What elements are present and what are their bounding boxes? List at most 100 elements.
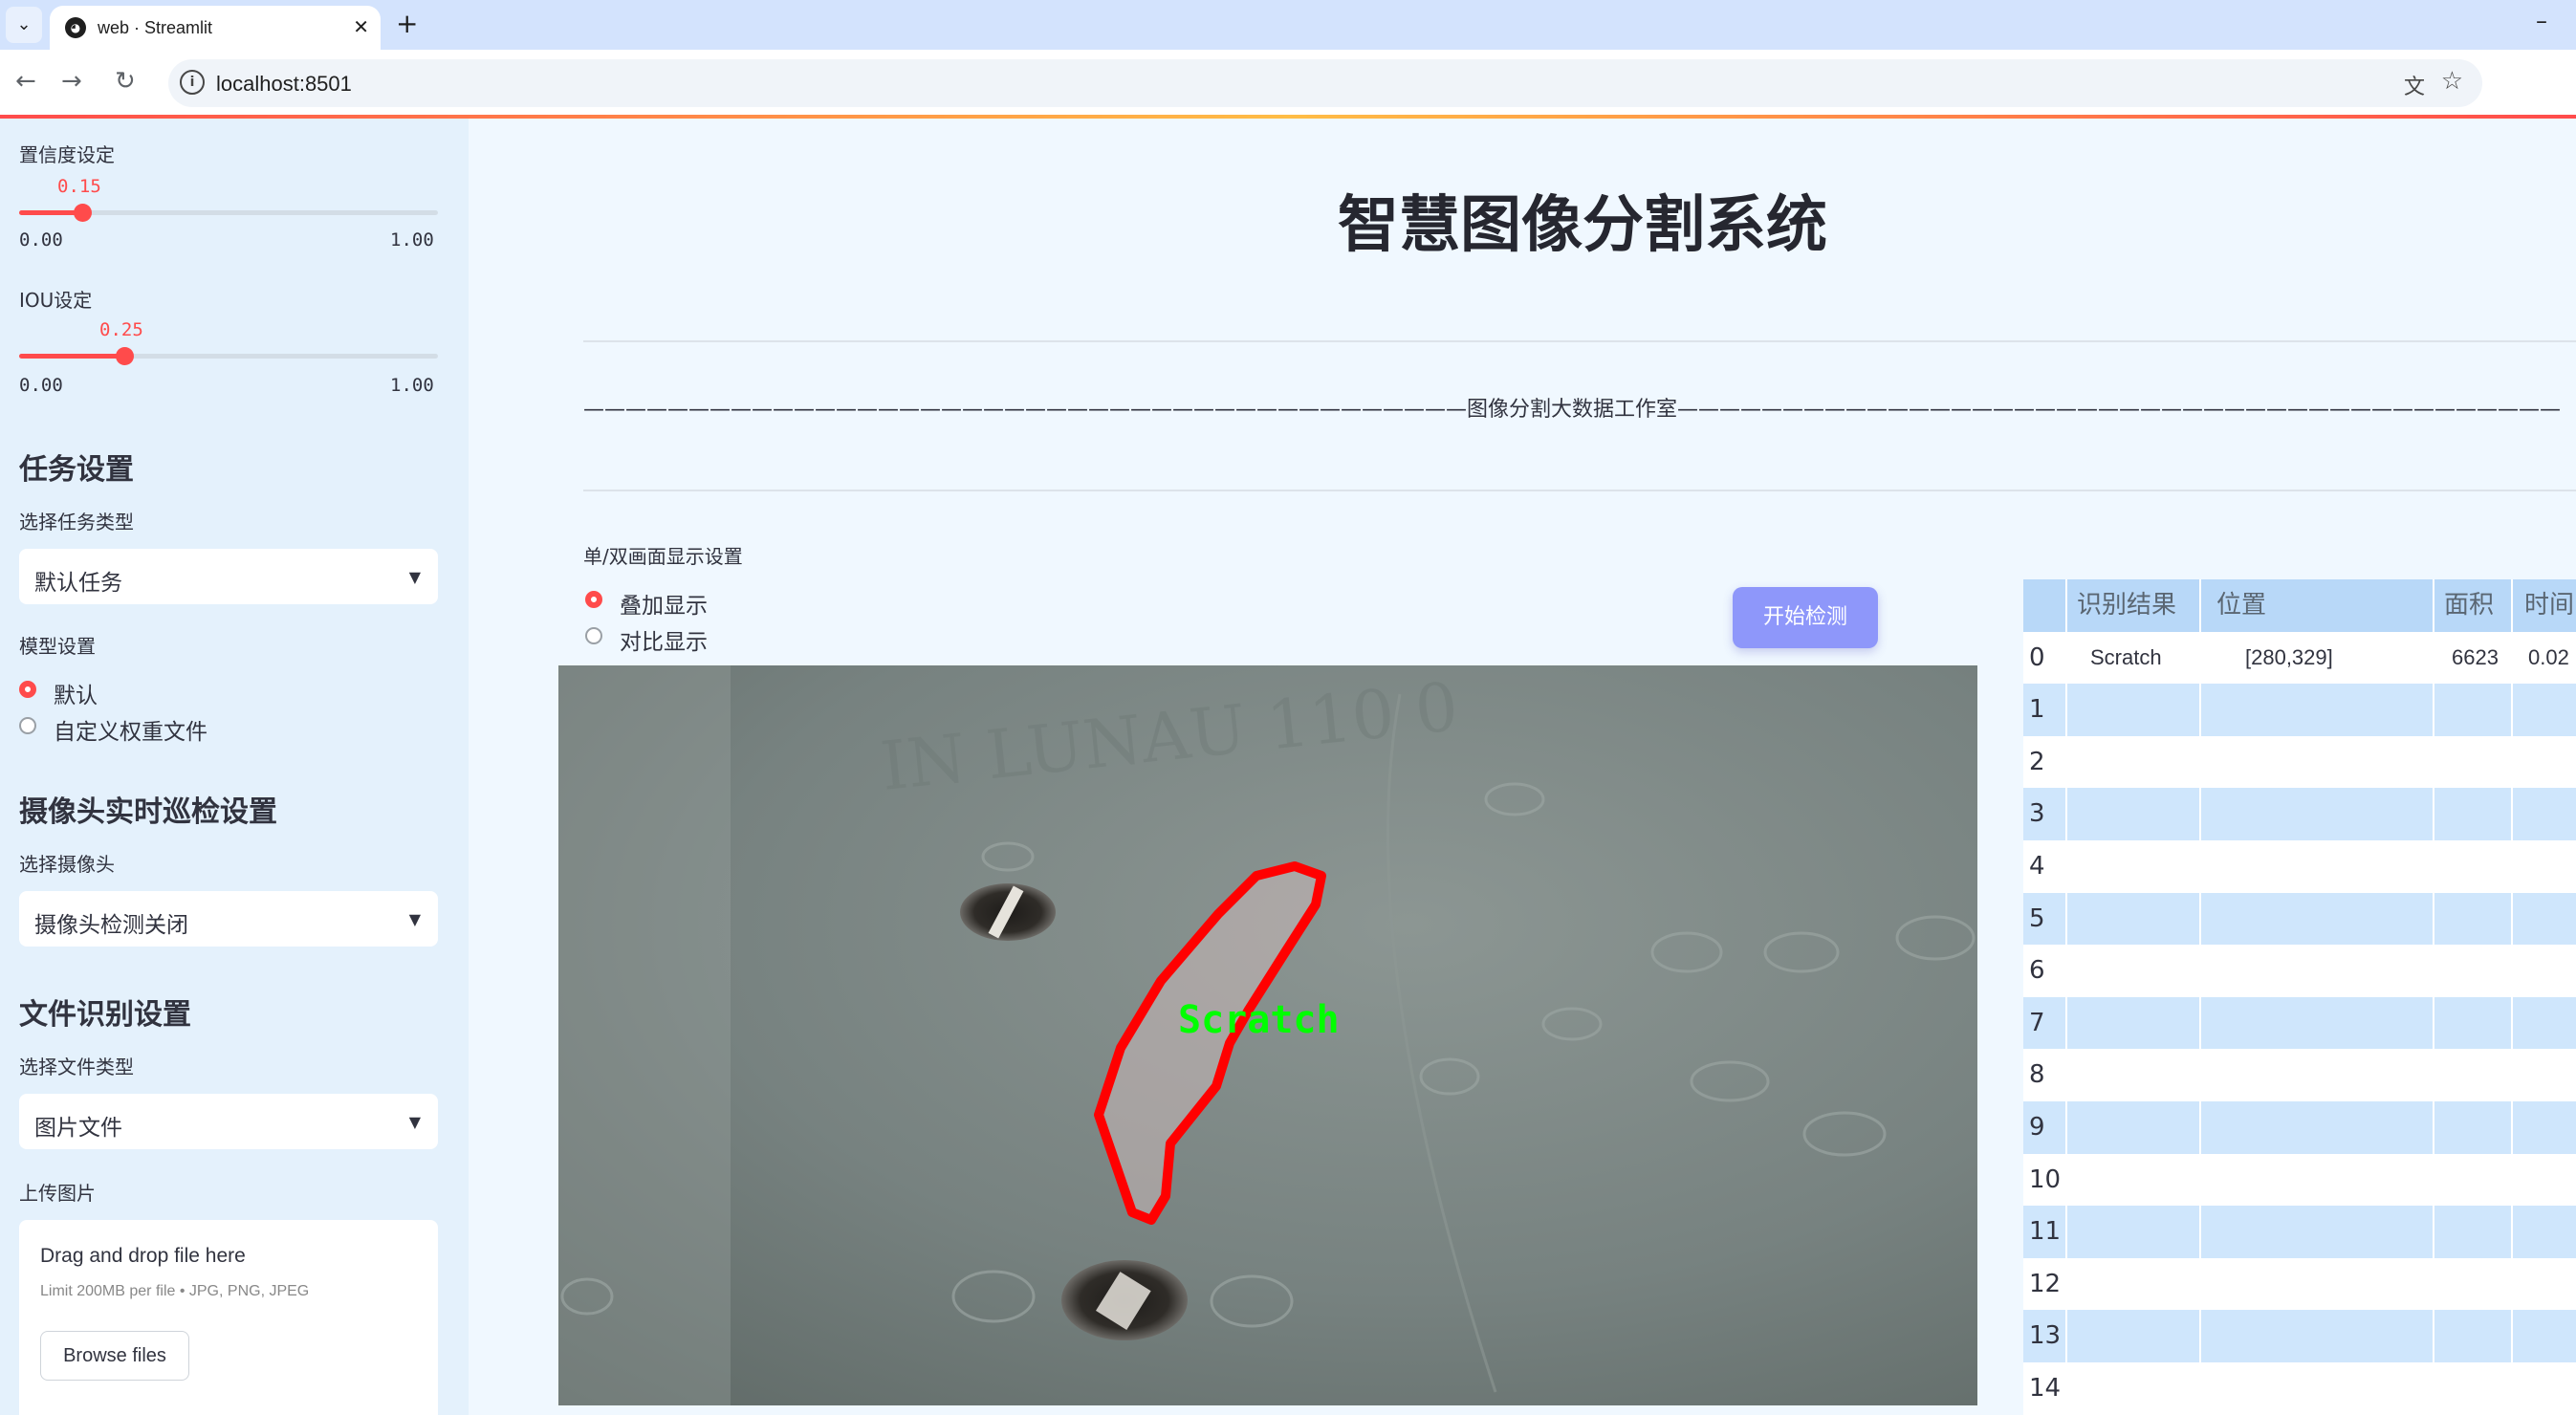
studio-banner: ————————————————————————————————————————… [583,398,2562,422]
upload-label: 上传图片 [19,1182,96,1205]
model-settings-label: 模型设置 [19,635,96,658]
divider [583,490,2576,491]
task-type-select[interactable]: 默认任务 ▼ [19,549,438,604]
table-row[interactable]: 6 [2023,945,2576,997]
iou-value: 0.25 [99,319,143,340]
iou-min: 0.00 [19,375,63,396]
column-divider [2065,579,2067,1415]
back-icon[interactable]: ← [15,67,36,96]
info-icon[interactable]: i [180,70,205,95]
dropzone-text: Drag and drop file here [40,1245,246,1267]
model-option-label: 自定义权重文件 [54,720,207,745]
task-type-label: 选择任务类型 [19,511,134,533]
column-header[interactable]: 时间 [2524,579,2574,632]
row-index: 12 [2029,1269,2062,1298]
radio-button-icon[interactable] [19,717,36,734]
minimize-icon[interactable]: – [2536,8,2547,34]
table-row[interactable]: 9 [2023,1101,2576,1154]
browser-toolbar: ← → ↻ i localhost:8501 文 ☆ [0,50,2576,117]
table-cell-result: Scratch [2090,644,2162,669]
table-row[interactable]: 2 [2023,735,2576,789]
radio-button-icon[interactable] [19,681,36,698]
table-header-row: 识别结果 位置 面积 时间 [2023,579,2576,632]
table-cell-area: 6623 [2452,644,2499,669]
camera-settings-heading: 摄像头实时巡检设置 [19,795,277,829]
browser-tab-bar: ⌄ ◕ web · Streamlit ✕ + – [0,0,2576,50]
new-tab-icon[interactable]: + [396,8,418,39]
row-index: 4 [2029,852,2045,881]
table-row[interactable]: 13 [2023,1310,2576,1362]
iou-label: IOU设定 [19,289,93,312]
confidence-slider-thumb[interactable] [73,204,92,222]
row-index: 9 [2029,1113,2045,1142]
file-type-label: 选择文件类型 [19,1056,134,1078]
table-row[interactable]: 12 [2023,1257,2576,1311]
browser-tab[interactable]: ◕ web · Streamlit ✕ [50,6,381,50]
file-dropzone[interactable]: Drag and drop file here Limit 200MB per … [19,1220,438,1415]
dropzone-limit-text: Limit 200MB per file • JPG, PNG, JPEG [40,1283,310,1299]
detection-result-image: IN LUNAU 110 0 Scratch [558,665,1977,1405]
column-header[interactable]: 位置 [2216,579,2266,632]
start-detection-button[interactable]: 开始检测 [1733,587,1878,648]
table-row[interactable]: 8 [2023,1049,2576,1101]
column-divider [2433,579,2434,1415]
address-bar[interactable]: i localhost:8501 文 ☆ [168,59,2482,107]
column-divider [2511,579,2513,1415]
file-type-value: 图片文件 [34,1116,122,1141]
confidence-slider[interactable] [19,204,438,222]
table-row[interactable]: 4 [2023,840,2576,893]
camera-select[interactable]: 摄像头检测关闭 ▼ [19,891,438,947]
scratch-label-text: Scratch [1178,998,1340,1042]
close-icon[interactable]: ✕ [353,15,369,38]
radio-button-icon[interactable] [585,627,602,644]
translate-icon[interactable]: 文 [2404,70,2425,100]
caret-down-icon: ▼ [408,910,421,928]
row-index: 5 [2029,903,2045,933]
sidebar: 置信度设定 0.15 0.00 1.00 IOU设定 0.25 0.00 1.0… [0,119,469,1415]
row-index: 7 [2029,1008,2045,1037]
divider [583,340,2576,342]
table-row[interactable]: 14 [2023,1362,2576,1415]
row-index: 2 [2029,747,2045,776]
row-index: 14 [2029,1374,2062,1403]
forward-icon[interactable]: → [61,67,82,96]
iou-slider-thumb[interactable] [115,347,134,365]
table-row[interactable]: 10 [2023,1153,2576,1207]
camera-select-label: 选择摄像头 [19,853,115,876]
camera-select-value: 摄像头检测关闭 [34,913,188,938]
table-row[interactable]: 1 [2023,684,2576,736]
row-index: 13 [2029,1321,2062,1351]
display-option-label: 叠加显示 [620,594,708,619]
table-row[interactable]: 5 [2023,892,2576,946]
table-row[interactable]: 7 [2023,996,2576,1050]
column-header[interactable]: 识别结果 [2077,579,2176,632]
file-type-select[interactable]: 图片文件 ▼ [19,1094,438,1149]
column-header[interactable]: 面积 [2444,579,2494,632]
iou-max: 1.00 [390,375,434,396]
tab-search-button[interactable]: ⌄ [6,7,42,43]
caret-down-icon: ▼ [408,568,421,586]
row-index: 3 [2029,799,2045,829]
url-text[interactable]: localhost:8501 [216,72,352,97]
iou-slider[interactable] [19,347,438,365]
model-option-label: 默认 [54,684,98,708]
row-index: 10 [2029,1165,2062,1194]
table-row[interactable]: 3 [2023,788,2576,840]
confidence-min: 0.00 [19,229,63,250]
result-table[interactable]: 识别结果 位置 面积 时间 0 Scratch [280,329] 6623 0.02 1 2 3 4 5… [2023,579,2576,1415]
radio-button-icon[interactable] [585,591,602,608]
confidence-max: 1.00 [390,229,434,250]
table-row[interactable]: 0 Scratch [280,329] 6623 0.02 [2023,631,2576,685]
caret-down-icon: ▼ [408,1113,421,1131]
streamlit-favicon-icon: ◕ [65,17,86,38]
chevron-down-icon: ⌄ [16,14,32,34]
browse-files-button[interactable]: Browse files [40,1331,189,1381]
row-index: 8 [2029,1060,2045,1090]
table-row[interactable]: 11 [2023,1206,2576,1258]
table-cell-position: [280,329] [2245,644,2333,669]
row-index: 6 [2029,956,2045,986]
tab-title: web · Streamlit [98,18,213,37]
page-title: 智慧图像分割系统 [1338,190,1827,261]
reload-icon[interactable]: ↻ [115,67,136,96]
star-icon[interactable]: ☆ [2441,67,2463,96]
